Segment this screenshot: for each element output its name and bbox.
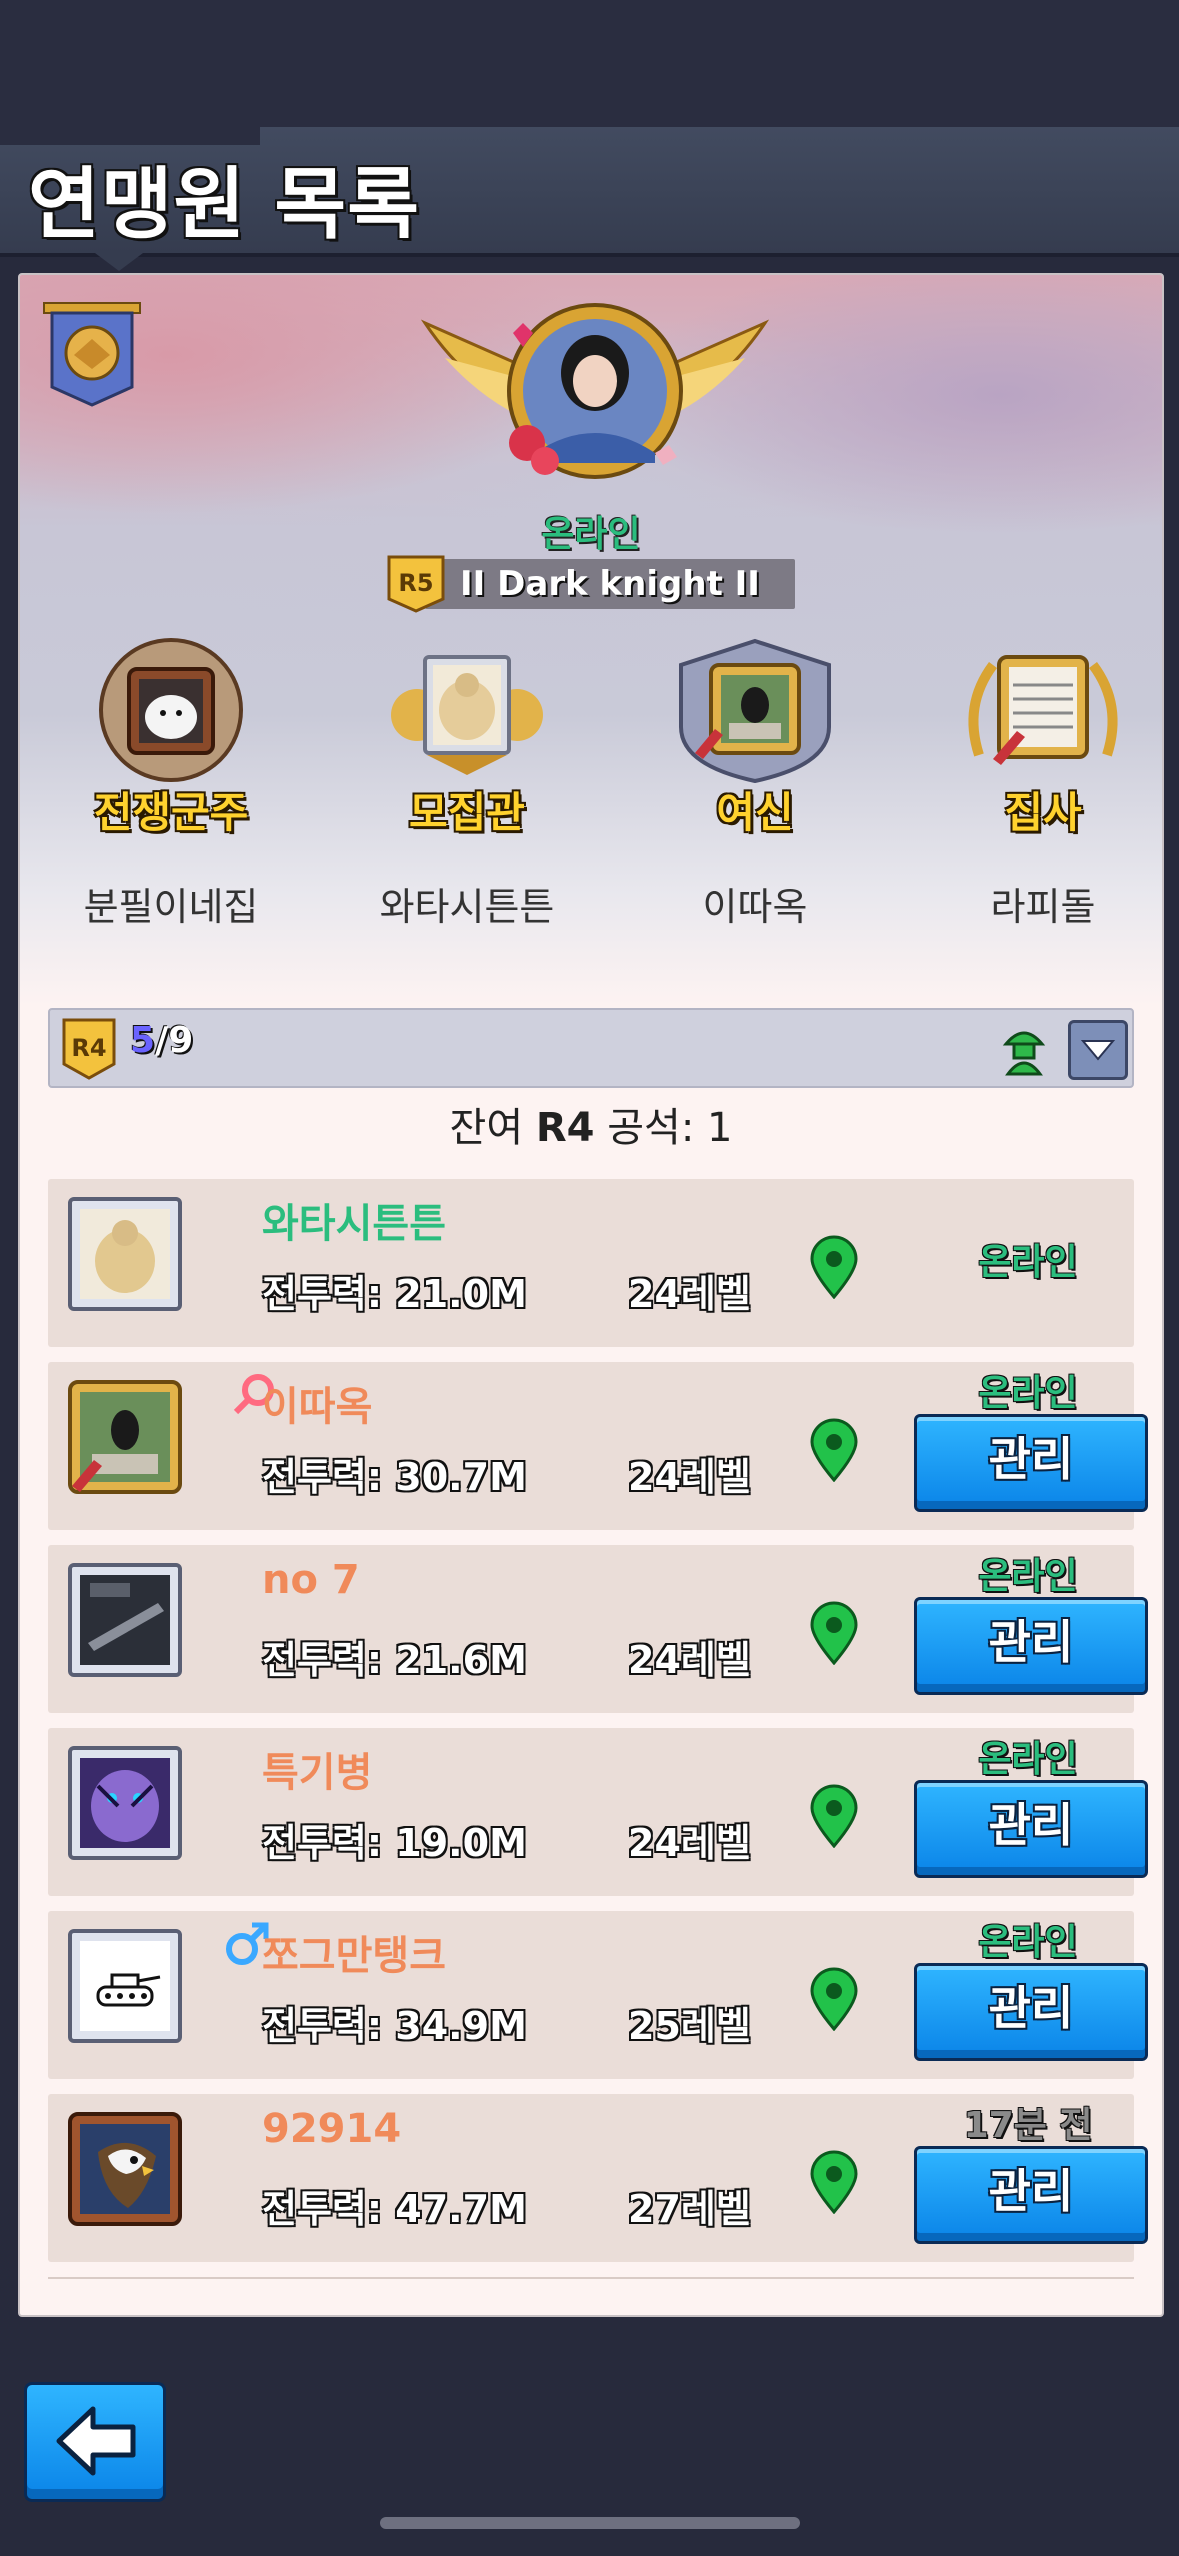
member-level: 24레벨: [628, 1821, 751, 1865]
officer-recruiter[interactable]: 모집관 와타시튼튼: [352, 635, 582, 931]
officer-war-lord[interactable]: 전쟁군주 분필이네집: [56, 635, 286, 931]
member-name: 특기병: [262, 1750, 373, 1796]
member-power: 전투력: 21.6M: [262, 1638, 527, 1682]
manage-button[interactable]: 관리: [914, 1597, 1148, 1695]
member-power: 전투력: 34.9M: [262, 2004, 527, 2048]
rank-r4-icon: R4: [62, 1018, 116, 1080]
manage-button[interactable]: 관리: [914, 1414, 1148, 1512]
location-pin-icon[interactable]: [808, 2150, 860, 2214]
chevron-down-icon: [1080, 1040, 1116, 1061]
member-avatar: [68, 1929, 182, 2043]
leader-name-bar: R5 II Dark knight II: [385, 553, 795, 613]
home-indicator: [380, 2517, 800, 2529]
member-list-panel: 온라인 R5 II Dark knight II 전쟁군주 분필이네집 모집관 …: [18, 273, 1164, 2317]
member-row[interactable]: 와타시튼튼 전투력: 21.0M 24레벨 온라인: [48, 1179, 1134, 1347]
leader-status: 온라인: [541, 514, 641, 555]
leader-section: 온라인 R5 II Dark knight II 전쟁군주 분필이네집 모집관 …: [20, 275, 1162, 1005]
member-avatar: [68, 1197, 182, 1311]
member-status: 온라인: [978, 1373, 1078, 1414]
location-pin-icon[interactable]: [808, 1784, 860, 1848]
manage-button[interactable]: 관리: [914, 2146, 1148, 2244]
member-status: 온라인: [978, 1922, 1078, 1963]
member-power: 전투력: 21.0M: [262, 1272, 527, 1316]
member-level: 24레벨: [628, 1638, 751, 1682]
member-avatar: [68, 1563, 182, 1677]
officer-name: 분필이네집: [83, 885, 259, 929]
officer-butler[interactable]: 집사 라피돌: [928, 635, 1158, 931]
member-row[interactable]: 쪼그만탱크 전투력: 34.9M 25레벨 온라인 관리: [48, 1911, 1148, 2079]
member-status: 17분 전: [963, 2105, 1093, 2146]
officer-name: 이따옥: [702, 885, 808, 929]
member-status: 온라인: [978, 1556, 1078, 1597]
officer-role: 집사: [1004, 788, 1082, 837]
leader-name: II Dark knight II: [460, 564, 760, 604]
member-row[interactable]: no 7 전투력: 21.6M 24레벨 온라인 관리: [48, 1545, 1148, 1713]
manage-button[interactable]: 관리: [914, 1780, 1148, 1878]
butler-badge-icon: [968, 655, 1118, 765]
member-name: 92914: [262, 2106, 402, 2152]
member-status: 온라인: [978, 1739, 1078, 1780]
officer-name: 와타시튼튼: [379, 885, 555, 929]
rank-filter-bar: R4 5/9: [48, 1008, 1134, 1088]
soldier-icon[interactable]: [1000, 1022, 1048, 1076]
member-name: 이따옥: [262, 1384, 373, 1430]
member-name: 쪼그만탱크: [262, 1933, 446, 1979]
location-pin-icon[interactable]: [808, 1418, 860, 1482]
officer-role: 모집관: [409, 788, 525, 837]
rank-member-count: 5/9: [130, 1020, 194, 1061]
officer-role: 전쟁군주: [93, 788, 249, 837]
member-power: 전투력: 47.7M: [262, 2187, 527, 2231]
member-power: 전투력: 30.7M: [262, 1455, 527, 1499]
location-pin-icon[interactable]: [808, 1967, 860, 2031]
remaining-slots-text: 잔여 R4 공석: 1: [449, 1105, 733, 1151]
member-level: 25레벨: [628, 2004, 751, 2048]
location-pin-icon[interactable]: [808, 1235, 860, 1299]
officer-goddess[interactable]: 여신 이따옥: [640, 635, 870, 931]
recruiter-badge-icon: [391, 655, 543, 775]
back-button[interactable]: [24, 2382, 166, 2502]
alliance-banner-icon[interactable]: [40, 299, 144, 409]
member-row[interactable]: 이따옥 전투력: 30.7M 24레벨 온라인 관리: [48, 1362, 1148, 1530]
member-level: 27레벨: [628, 2187, 751, 2231]
member-name: no 7: [262, 1557, 360, 1603]
manage-button[interactable]: 관리: [914, 1963, 1148, 2061]
back-arrow-icon: [56, 2406, 136, 2476]
goddess-badge-icon: [679, 638, 831, 784]
member-row[interactable]: 92914 전투력: 47.7M 27레벨 17분 전 관리: [48, 2094, 1148, 2262]
svg-text:R4: R4: [71, 1034, 106, 1062]
officer-name: 라피돌: [990, 885, 1096, 929]
location-pin-icon[interactable]: [808, 1601, 860, 1665]
status-bar-area: [0, 0, 1179, 127]
member-avatar: [68, 2112, 182, 2226]
member-name: 와타시튼튼: [262, 1201, 446, 1247]
page-title: 연맹원 목록: [28, 160, 420, 250]
member-level: 24레벨: [628, 1455, 751, 1499]
member-level: 24레벨: [628, 1272, 751, 1316]
member-avatar: [68, 1380, 182, 1494]
leader-avatar[interactable]: [405, 303, 785, 493]
header-notch: [95, 253, 143, 271]
war-lord-badge-icon: [99, 638, 243, 782]
list-divider: [48, 2277, 1134, 2279]
member-row[interactable]: 특기병 전투력: 19.0M 24레벨 온라인 관리: [48, 1728, 1148, 1896]
member-status: 온라인: [978, 1242, 1078, 1283]
officer-role: 여신: [716, 788, 794, 837]
member-avatar: [68, 1746, 182, 1860]
dropdown-toggle-button[interactable]: [1068, 1020, 1128, 1080]
member-power: 전투력: 19.0M: [262, 1821, 527, 1865]
